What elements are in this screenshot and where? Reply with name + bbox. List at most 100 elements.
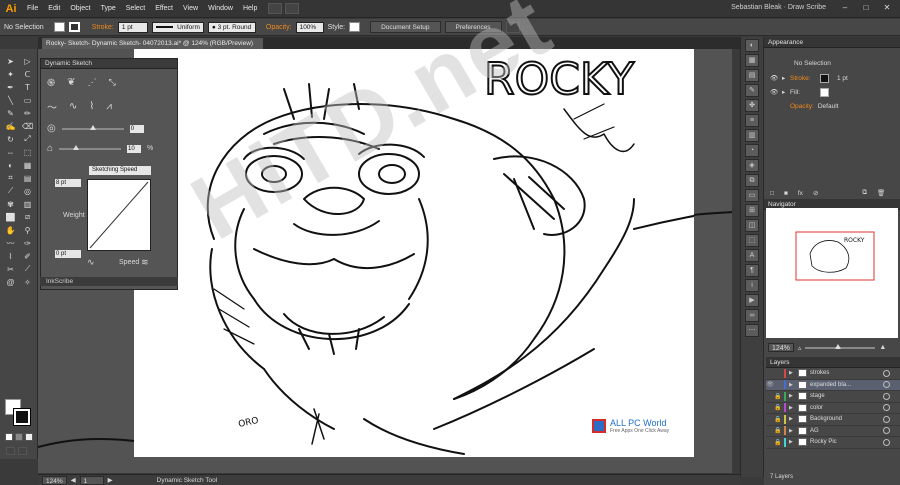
- brushes-icon[interactable]: ✎: [745, 84, 759, 97]
- layer-row[interactable]: 👁 ▶ expanded bla...: [766, 379, 900, 391]
- paintbrush-icon[interactable]: ✎: [3, 107, 18, 119]
- swatches-icon[interactable]: ▤: [745, 69, 759, 82]
- scribble-icon[interactable]: ⌇: [89, 101, 94, 112]
- layer-target-icon[interactable]: [883, 438, 890, 446]
- stroke-swatch[interactable]: [13, 408, 31, 426]
- clear-appearance-icon[interactable]: ⊘: [813, 189, 818, 197]
- stroke-weight-field[interactable]: 1 pt: [117, 21, 148, 33]
- graphic-styles-icon[interactable]: ◈: [745, 159, 759, 172]
- expand-triangle-icon[interactable]: ▸: [782, 74, 790, 82]
- appearance-fill-swatch[interactable]: [820, 87, 829, 97]
- expand-triangle-icon[interactable]: ▸: [782, 88, 790, 96]
- maximize-icon[interactable]: □: [857, 2, 875, 14]
- gradient-mode-icon[interactable]: [15, 433, 23, 441]
- visibility-eye-icon[interactable]: 👁: [770, 74, 782, 82]
- draw-behind-icon[interactable]: [18, 447, 27, 455]
- twirl-icon[interactable]: @: [3, 276, 18, 288]
- layer-target-icon[interactable]: [883, 369, 890, 377]
- minimize-icon[interactable]: –: [836, 2, 854, 14]
- paragraph-icon[interactable]: ¶: [745, 264, 759, 277]
- layer-row[interactable]: 🔒 ▶ AG: [766, 426, 900, 437]
- zoom-icon[interactable]: ⚲: [20, 224, 35, 236]
- variable-width-profile[interactable]: Uniform: [151, 21, 204, 33]
- layer-lock-icon[interactable]: 🔒: [774, 404, 782, 411]
- weight-min-field[interactable]: 0 pt: [55, 250, 81, 258]
- bridge-button[interactable]: [268, 3, 283, 14]
- eraser-icon[interactable]: ⌫: [20, 120, 35, 132]
- layer-row[interactable]: ▶ strokes: [766, 368, 900, 380]
- wave-icon[interactable]: ∿: [69, 101, 77, 112]
- layer-expand-icon[interactable]: ▶: [789, 428, 795, 434]
- scale-icon[interactable]: ⤢: [20, 133, 35, 145]
- layer-expand-icon[interactable]: ▶: [789, 416, 795, 422]
- scissors-icon[interactable]: ✂: [3, 263, 18, 275]
- gradient-panel-icon[interactable]: ▥: [745, 129, 759, 142]
- layer-lock-icon[interactable]: 🔒: [774, 416, 782, 423]
- duplicate-icon[interactable]: ⧉: [862, 189, 867, 197]
- layer-name[interactable]: AG: [810, 428, 883, 434]
- layer-target-icon[interactable]: [883, 427, 890, 435]
- weight-speed-graph[interactable]: [87, 179, 151, 251]
- lasso-icon[interactable]: ᑕ: [20, 68, 35, 80]
- stroke-label[interactable]: Stroke:: [92, 24, 114, 31]
- menu-edit[interactable]: Edit: [43, 5, 65, 12]
- menu-help[interactable]: Help: [238, 5, 262, 12]
- layer-lock-icon[interactable]: 🔒: [774, 393, 782, 400]
- prev-artboard-icon[interactable]: ◀: [71, 476, 76, 484]
- arrange-documents-button[interactable]: [285, 3, 300, 14]
- perspective-grid-icon[interactable]: ▦: [20, 159, 35, 171]
- layer-name[interactable]: Background: [810, 416, 883, 422]
- layer-row[interactable]: 🔒 ▶ color: [766, 403, 900, 414]
- fx-icon[interactable]: fx: [798, 190, 803, 197]
- zigzag-icon[interactable]: ⩘: [106, 101, 112, 112]
- layer-visibility-icon[interactable]: 👁: [766, 381, 774, 388]
- navigator-zoom-field[interactable]: 124%: [768, 343, 794, 352]
- layer-expand-icon[interactable]: ▶: [789, 405, 795, 411]
- dynamic-sketch-title[interactable]: Dynamic Sketch: [41, 59, 177, 69]
- color-guide-icon[interactable]: ▦: [745, 54, 759, 67]
- line-tool-icon[interactable]: ╲: [3, 94, 18, 106]
- layer-expand-icon[interactable]: ▶: [789, 393, 795, 399]
- layer-expand-icon[interactable]: ▶: [789, 439, 795, 445]
- symbol-sprayer-icon[interactable]: ✾: [3, 198, 18, 210]
- eyedropper-icon[interactable]: ⟋: [3, 185, 18, 197]
- fill-color-swatch[interactable]: [53, 22, 65, 32]
- selection-tool-icon[interactable]: ➤: [3, 55, 18, 67]
- layer-target-icon[interactable]: [883, 381, 890, 389]
- zoom-in-icon[interactable]: ▲: [879, 344, 886, 351]
- next-artboard-icon[interactable]: ▶: [108, 476, 113, 484]
- blend-icon[interactable]: ◎: [20, 185, 35, 197]
- layer-row[interactable]: 🔒 ▶ Rocky Pic: [766, 437, 900, 449]
- direct-selection-tool-icon[interactable]: ▷: [20, 55, 35, 67]
- brush-definition[interactable]: ● 3 pt. Round: [207, 21, 256, 33]
- graphic-style-swatch[interactable]: [349, 22, 361, 32]
- slice-icon[interactable]: ⧄: [20, 211, 35, 223]
- navigator-preview[interactable]: ROCKY: [766, 208, 898, 338]
- spiral-icon[interactable]: ֍: [47, 75, 55, 89]
- layer-name[interactable]: strokes: [810, 370, 883, 376]
- sketching-speed-select[interactable]: Sketching Speed: [89, 166, 151, 175]
- artboards-icon[interactable]: ▭: [745, 189, 759, 202]
- attributes-icon[interactable]: ⋯: [745, 324, 759, 337]
- appearance-opacity-row[interactable]: Opacity: Default: [764, 100, 900, 112]
- cross-icon[interactable]: ⤡: [109, 77, 116, 88]
- inkscribe-tab[interactable]: InkScribe: [40, 277, 178, 286]
- menu-view[interactable]: View: [178, 5, 203, 12]
- symbols-icon[interactable]: ✤: [745, 99, 759, 112]
- rotate-icon[interactable]: ↻: [3, 133, 18, 145]
- free-transform-icon[interactable]: ⬚: [20, 146, 35, 158]
- layer-row[interactable]: 🔒 ▶ Background: [766, 414, 900, 426]
- layer-lock-icon[interactable]: 🔒: [774, 427, 782, 434]
- pathfinder-icon[interactable]: ◫: [745, 219, 759, 232]
- pencil-icon[interactable]: ✏: [20, 107, 35, 119]
- links-icon[interactable]: ∞: [745, 309, 759, 322]
- menu-select[interactable]: Select: [121, 5, 150, 12]
- shape-builder-icon[interactable]: ◐: [3, 159, 18, 171]
- transparency-icon[interactable]: ◔: [745, 144, 759, 157]
- layer-name[interactable]: color: [810, 405, 883, 411]
- opacity-field[interactable]: 100%: [295, 21, 324, 33]
- hand-icon[interactable]: ✋: [3, 224, 18, 236]
- layer-name[interactable]: stage: [810, 393, 883, 399]
- zoom-out-icon[interactable]: ▵: [798, 344, 802, 352]
- graph-icon[interactable]: ▥: [20, 198, 35, 210]
